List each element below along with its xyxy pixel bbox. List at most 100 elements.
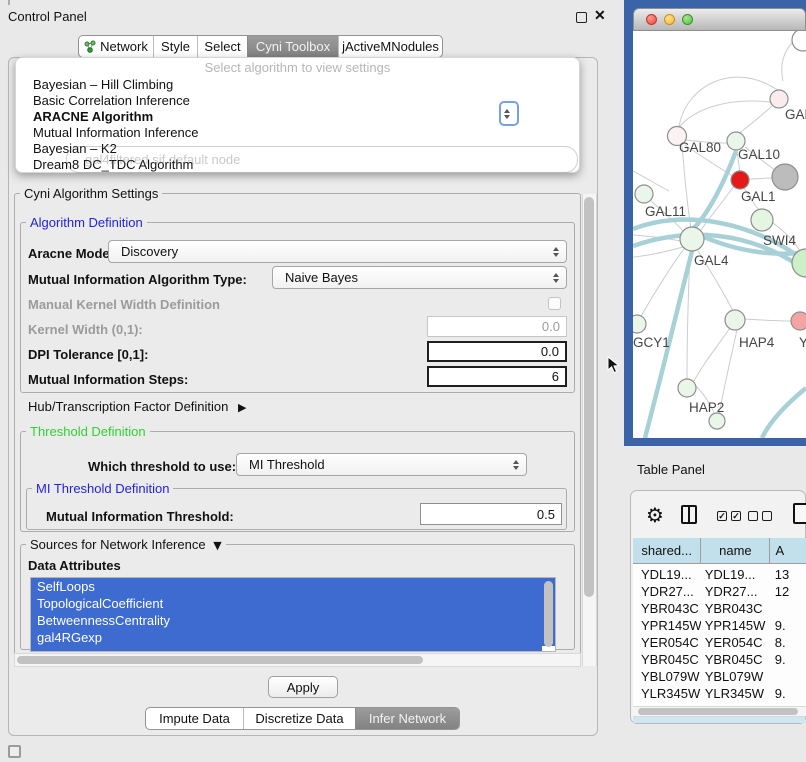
kernel-width-field[interactable]: 0.0 [427, 316, 567, 337]
network-edge[interactable] [679, 101, 770, 127]
sources-title[interactable]: Sources for Network Inference ▼ [26, 537, 226, 552]
table-cell: YBR045C [701, 651, 770, 668]
table-row[interactable]: YBL079WYBL079W [633, 668, 806, 685]
network-node[interactable] [731, 171, 749, 189]
network-node-label: GAL10 [738, 147, 780, 162]
table-cell [770, 600, 806, 617]
mi-steps-label: Mutual Information Steps: [28, 372, 188, 387]
network-edge[interactable] [762, 388, 806, 438]
table-row[interactable]: YLR345WYLR345W9. [633, 685, 806, 702]
network-canvas[interactable]: GALGAL80GAL10GAL1GAL11SWI4GAL4GCY1HAP4YH… [633, 31, 806, 438]
table-row[interactable]: YPR145WYPR145W9. [633, 617, 806, 634]
kernel-width-value: 0.0 [542, 319, 560, 334]
tab-network[interactable]: Network [79, 36, 153, 57]
minimized-panel-icon[interactable] [8, 745, 21, 758]
data-attributes-list[interactable]: SelfLoopsTopologicalCoefficientBetweenne… [30, 577, 556, 652]
table-body[interactable]: YDL19...YDL19...13YDR27...YDR27...12YBR0… [633, 564, 806, 706]
expanded-arrow-icon[interactable]: ▼ [213, 539, 221, 552]
table-cell: 9. [770, 617, 806, 634]
network-edge[interactable] [694, 328, 730, 381]
network-node-label: GAL4 [694, 253, 729, 268]
settings-vscrollbar-thumb[interactable] [584, 197, 594, 597]
data-attribute-item[interactable]: SelfLoops [31, 578, 555, 595]
network-node[interactable] [635, 185, 653, 203]
tab-select[interactable]: Select [197, 36, 247, 57]
dpi-tolerance-field[interactable]: 0.0 [427, 341, 567, 362]
collapsed-arrow-icon[interactable]: ▶ [238, 401, 246, 414]
columns-icon[interactable] [681, 505, 697, 524]
tab-jactivemnodules[interactable]: jActiveMNodules [338, 36, 442, 57]
float-panel-icon[interactable] [576, 12, 587, 23]
data-attribute-item[interactable]: gal4RGexp [31, 629, 555, 646]
table-footer-strip [633, 717, 805, 723]
network-edge[interactable] [679, 77, 779, 127]
tab-impute-data[interactable]: Impute Data [146, 708, 243, 729]
control-panel-tabs: Network Style Select Cyni Toolbox jActiv… [78, 35, 443, 58]
select-all-checkboxes-icon[interactable]: ✓✓ [717, 511, 741, 521]
manual-kernel-width-checkbox[interactable] [548, 297, 561, 310]
network-node[interactable] [633, 315, 646, 333]
table-settings-gear-icon[interactable]: ⚙ [646, 503, 664, 527]
network-node[interactable] [792, 31, 806, 51]
tab-infer-network[interactable]: Infer Network [355, 708, 459, 729]
attr-list-scrollbar[interactable] [544, 581, 553, 647]
combo-arrows-icon [553, 247, 559, 257]
network-node[interactable] [751, 209, 773, 231]
network-node-label: GAL11 [645, 204, 686, 219]
obscured-network-combo: gal4filtered.sif default node [66, 146, 578, 173]
network-node[interactable] [772, 164, 798, 190]
mi-threshold-field[interactable]: 0.5 [420, 503, 562, 525]
network-edge[interactable] [633, 247, 683, 257]
mi-steps-field[interactable]: 6 [427, 366, 567, 387]
network-node[interactable] [770, 90, 788, 108]
mi-algorithm-type-combo[interactable]: Naive Bayes [272, 266, 567, 289]
settings-hscrollbar-thumb[interactable] [17, 656, 423, 664]
column-header-clipped[interactable]: A [769, 538, 806, 563]
table-row[interactable]: YBR045CYBR045C9. [633, 651, 806, 668]
algorithm-option[interactable]: Basic Correlation Inference [16, 93, 579, 109]
algorithm-definition-title: Algorithm Definition [26, 215, 147, 230]
tab-cyni-toolbox[interactable]: Cyni Toolbox [247, 36, 338, 57]
network-node[interactable] [709, 413, 725, 429]
table-hscrollbar-thumb[interactable] [638, 708, 798, 715]
table-row[interactable]: YDL19...YDL19...13 [633, 566, 806, 583]
table-cell: YLR345W [701, 685, 770, 702]
network-node[interactable] [725, 310, 745, 330]
apply-button[interactable]: Apply [268, 676, 338, 698]
table-cell: 12 [770, 583, 806, 600]
data-attribute-item[interactable]: TopologicalCoefficient [31, 595, 555, 612]
which-threshold-combo[interactable]: MI Threshold [236, 453, 527, 476]
algorithm-option[interactable]: ARACNE Algorithm [16, 109, 579, 125]
data-attribute-item[interactable]: BetweennessCentrality [31, 612, 555, 629]
network-edge[interactable] [749, 178, 774, 179]
table-row[interactable]: YBR043CYBR043C [633, 600, 806, 617]
table-cell: YBL079W [701, 668, 770, 685]
network-edge[interactable] [745, 319, 791, 321]
network-node[interactable] [680, 227, 704, 251]
table-cell: YDL19... [633, 566, 701, 583]
table-cell: 13 [770, 566, 806, 583]
table-row[interactable]: YER054CYER054C8. [633, 634, 806, 651]
aracne-mode-combo[interactable]: Discovery [108, 240, 567, 263]
algorithm-option[interactable]: Bayesian – Hill Climbing [16, 77, 579, 93]
network-window-titlebar[interactable] [633, 8, 806, 31]
algorithm-option[interactable]: Mutual Information Inference [16, 125, 579, 141]
column-header-name[interactable]: name [700, 538, 769, 563]
network-node[interactable] [791, 312, 806, 330]
zoom-window-icon[interactable] [682, 14, 693, 25]
network-node[interactable] [678, 379, 696, 397]
network-edge[interactable] [739, 106, 772, 134]
tab-style[interactable]: Style [153, 36, 197, 57]
export-table-icon[interactable] [793, 503, 806, 524]
close-panel-icon[interactable]: ✕ [594, 7, 606, 24]
table-cell: YBR043C [633, 600, 701, 617]
close-window-icon[interactable] [646, 14, 657, 25]
focused-combo-spinner-fragment [499, 101, 519, 126]
tab-discretize-data[interactable]: Discretize Data [243, 708, 355, 729]
minimize-window-icon[interactable] [664, 14, 675, 25]
hub-definition-toggle[interactable]: Hub/Transcription Factor Definition ▶ [28, 399, 246, 414]
deselect-all-checkboxes-icon[interactable] [748, 511, 772, 521]
column-header-shared-name[interactable]: shared... [633, 538, 700, 563]
table-row[interactable]: YDR27...YDR27...12 [633, 583, 806, 600]
network-edge[interactable] [693, 151, 736, 229]
